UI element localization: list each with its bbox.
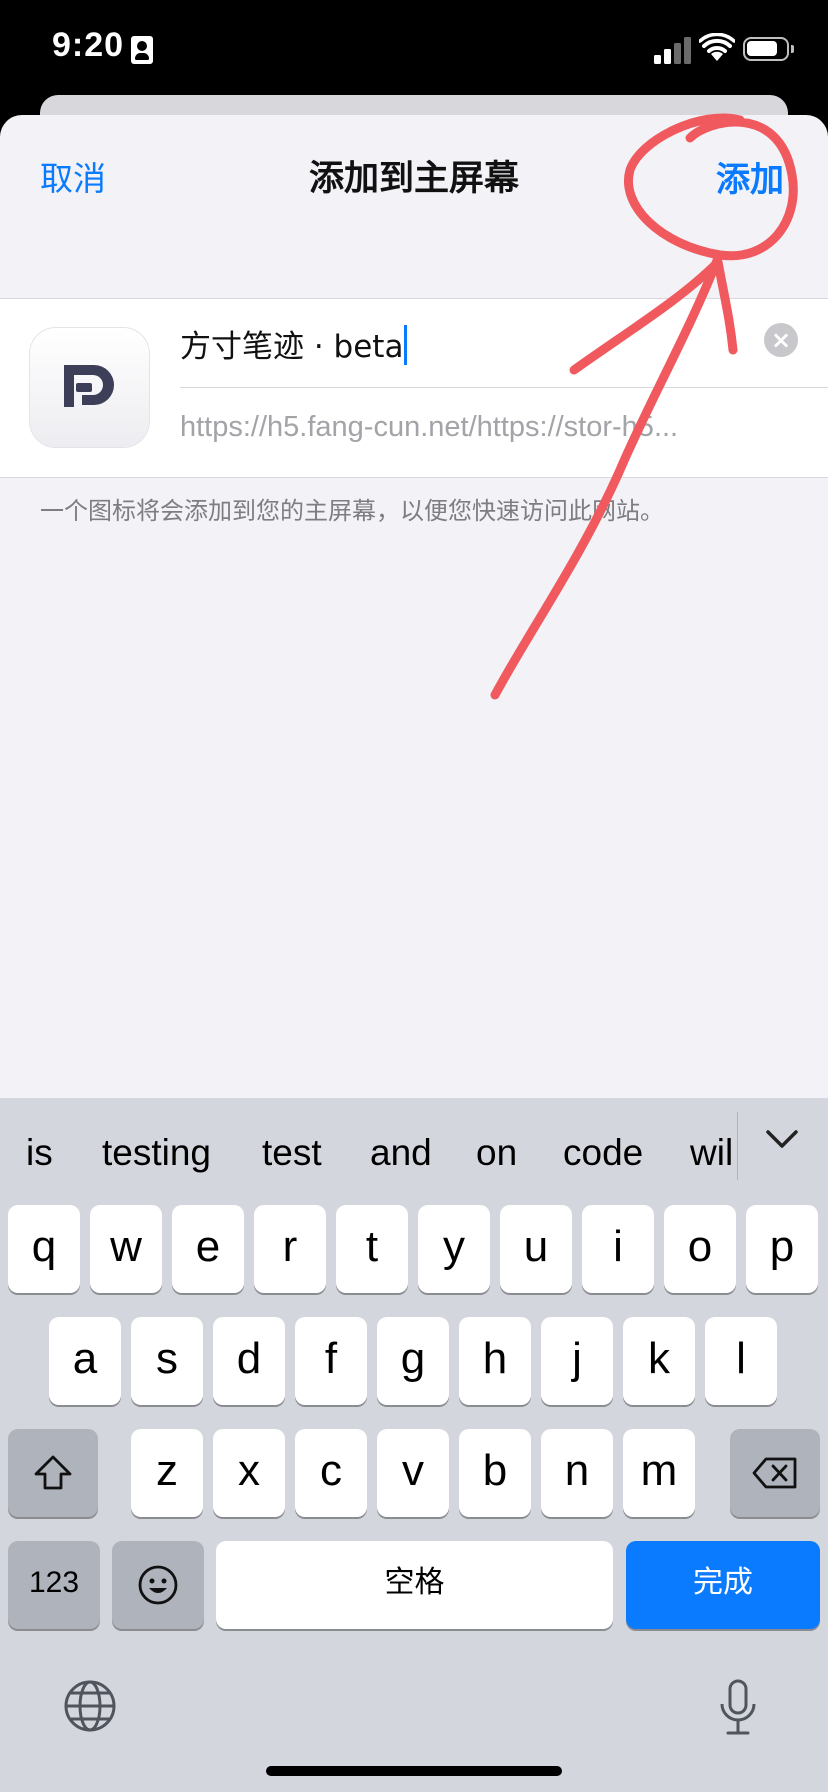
- key-n[interactable]: n: [541, 1429, 613, 1517]
- status-bar: 9:20: [0, 0, 828, 100]
- description-text: 一个图标将会添加到您的主屏幕，以便您快速访问此网站。: [40, 497, 664, 525]
- key-w[interactable]: w: [90, 1205, 162, 1293]
- key-e[interactable]: e: [172, 1205, 244, 1293]
- close-icon: ×: [770, 326, 792, 354]
- suggestion-and[interactable]: and: [370, 1132, 432, 1174]
- bookmark-name-input[interactable]: 方寸笔迹 · beta: [180, 321, 750, 367]
- suggestion-wil[interactable]: wil: [690, 1132, 733, 1174]
- key-s[interactable]: s: [131, 1317, 203, 1405]
- microphone-icon[interactable]: [718, 1678, 758, 1738]
- key-i[interactable]: i: [582, 1205, 654, 1293]
- key-v[interactable]: v: [377, 1429, 449, 1517]
- key-h[interactable]: h: [459, 1317, 531, 1405]
- chevron-down-icon[interactable]: [762, 1124, 802, 1154]
- key-u[interactable]: u: [500, 1205, 572, 1293]
- emoji-icon: [138, 1565, 178, 1605]
- numbers-key[interactable]: 123: [8, 1541, 100, 1629]
- cellular-signal-icon: [654, 36, 694, 64]
- battery-icon: [743, 37, 794, 61]
- keyboard: is testing test and on code wil q w e r …: [0, 1098, 828, 1792]
- key-p[interactable]: p: [746, 1205, 818, 1293]
- wifi-icon: [699, 33, 735, 61]
- key-f[interactable]: f: [295, 1317, 367, 1405]
- text-cursor: [404, 325, 408, 365]
- contact-card-icon: [131, 36, 153, 64]
- bookmark-url: https://h5.fang-cun.net/https://stor-h5.…: [180, 411, 679, 443]
- key-y[interactable]: y: [418, 1205, 490, 1293]
- key-m[interactable]: m: [623, 1429, 695, 1517]
- done-key[interactable]: 完成: [626, 1541, 820, 1629]
- clear-text-button[interactable]: ×: [764, 323, 798, 357]
- key-a[interactable]: a: [49, 1317, 121, 1405]
- key-g[interactable]: g: [377, 1317, 449, 1405]
- app-icon: [30, 328, 149, 447]
- bookmark-card: 方寸笔迹 · beta × https://h5.fang-cun.net/ht…: [0, 298, 828, 478]
- key-t[interactable]: t: [336, 1205, 408, 1293]
- suggestion-testing[interactable]: testing: [102, 1132, 211, 1174]
- field-divider: [180, 387, 828, 388]
- delete-key[interactable]: [730, 1429, 820, 1517]
- suggestion-is[interactable]: is: [26, 1132, 53, 1174]
- add-button[interactable]: 添加: [716, 152, 784, 201]
- key-o[interactable]: o: [664, 1205, 736, 1293]
- globe-icon[interactable]: [62, 1678, 118, 1734]
- key-z[interactable]: z: [131, 1429, 203, 1517]
- emoji-key[interactable]: [112, 1541, 204, 1629]
- home-indicator: [266, 1766, 562, 1776]
- status-time: 9:20: [52, 26, 125, 64]
- key-q[interactable]: q: [8, 1205, 80, 1293]
- fangcun-logo-icon: [64, 365, 114, 407]
- key-x[interactable]: x: [213, 1429, 285, 1517]
- suggestion-divider: [737, 1112, 738, 1180]
- sheet-title: 添加到主屏幕: [308, 159, 519, 199]
- bookmark-name-text: 方寸笔迹 · beta: [180, 329, 404, 365]
- key-k[interactable]: k: [623, 1317, 695, 1405]
- key-j[interactable]: j: [541, 1317, 613, 1405]
- key-r[interactable]: r: [254, 1205, 326, 1293]
- backspace-icon: [752, 1457, 797, 1489]
- shift-arrow-icon: [34, 1455, 72, 1490]
- key-d[interactable]: d: [213, 1317, 285, 1405]
- suggestion-code[interactable]: code: [563, 1132, 643, 1174]
- shift-key[interactable]: [8, 1429, 98, 1517]
- suggestion-on[interactable]: on: [476, 1132, 517, 1174]
- space-key[interactable]: 空格: [216, 1541, 613, 1629]
- key-c[interactable]: c: [295, 1429, 367, 1517]
- suggestion-test[interactable]: test: [262, 1132, 322, 1174]
- key-b[interactable]: b: [459, 1429, 531, 1517]
- key-l[interactable]: l: [705, 1317, 777, 1405]
